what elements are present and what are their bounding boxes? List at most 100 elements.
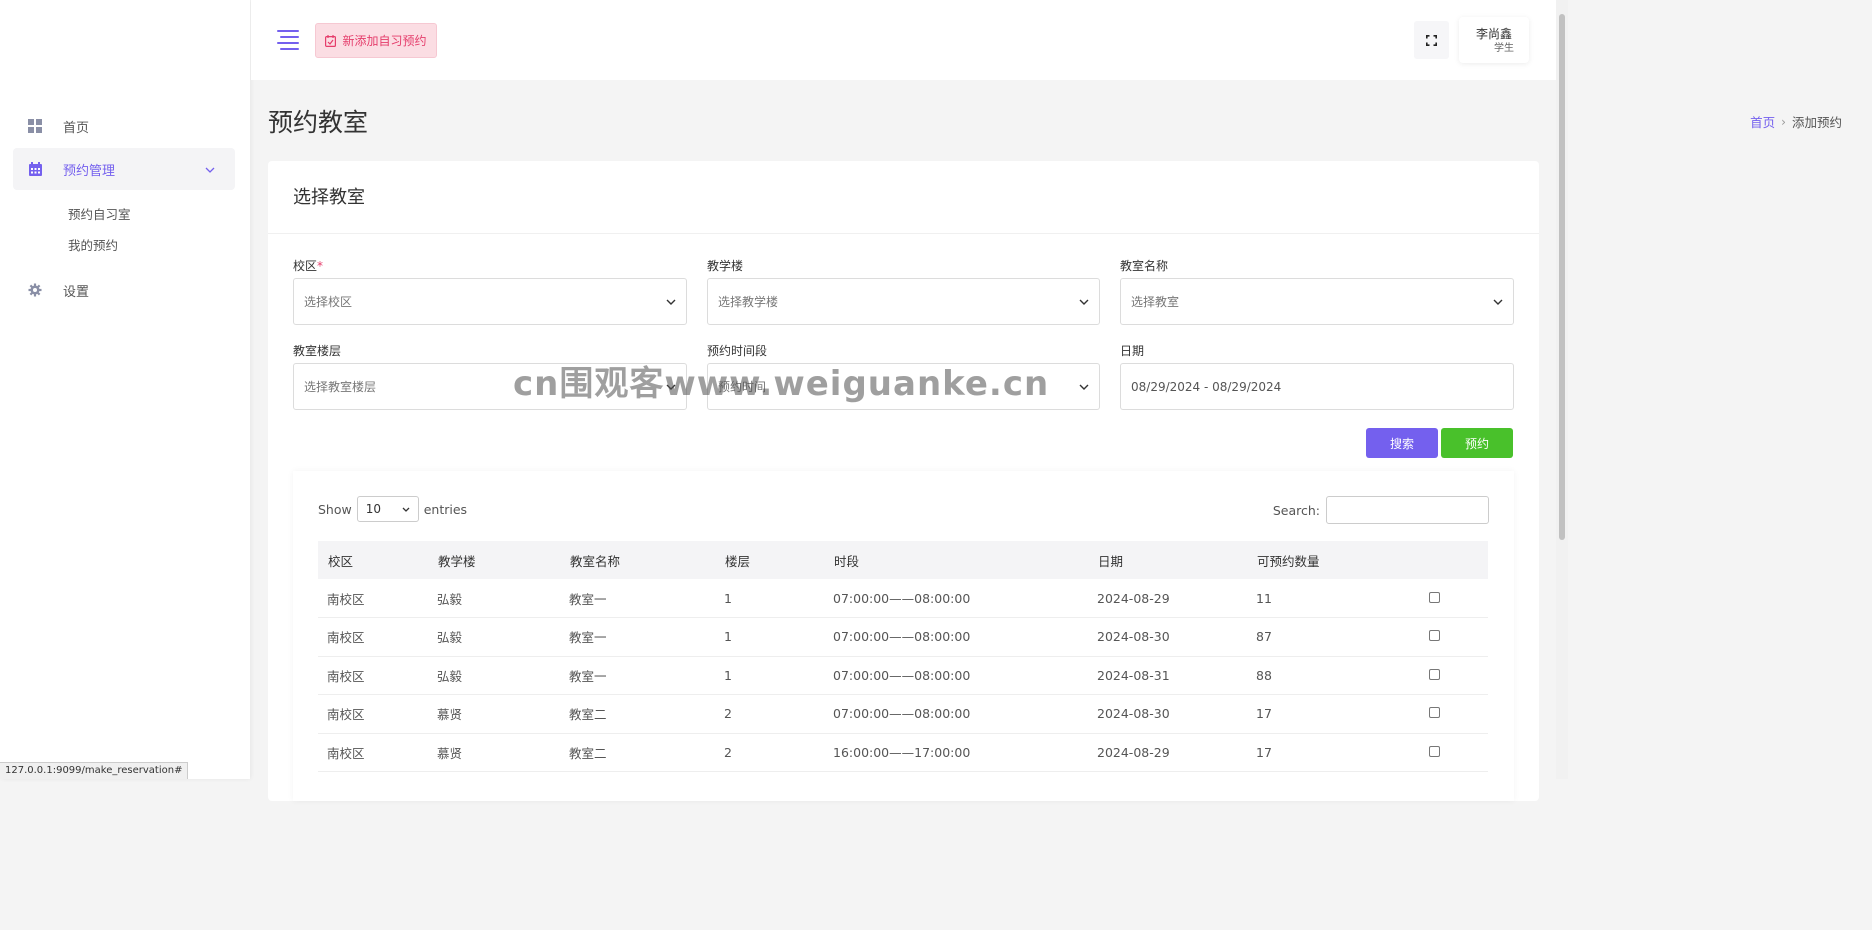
floor-select[interactable]: 选择教室楼层 bbox=[293, 363, 687, 410]
calendar-icon bbox=[27, 161, 43, 177]
cell-floor: 2 bbox=[715, 694, 824, 734]
show-label: Show bbox=[318, 501, 352, 517]
row-checkbox[interactable] bbox=[1429, 591, 1440, 603]
table-row: 南校区 弘毅 教室一 1 07:00:00——08:00:00 2024-08-… bbox=[318, 656, 1488, 695]
column-header-campus[interactable]: 校区 bbox=[318, 541, 428, 579]
row-checkbox[interactable] bbox=[1429, 668, 1440, 680]
column-header-date[interactable]: 日期 bbox=[1088, 541, 1247, 579]
column-header-period[interactable]: 时段 bbox=[824, 541, 1088, 579]
cell-date: 2024-08-29 bbox=[1088, 733, 1247, 772]
new-reservation-button[interactable]: 新添加自习预约 bbox=[315, 23, 437, 58]
row-checkbox[interactable] bbox=[1429, 630, 1440, 642]
scrollbar-thumb[interactable] bbox=[1559, 14, 1565, 540]
cell-period: 07:00:00——08:00:00 bbox=[824, 617, 1088, 657]
cell-building: 慕贤 bbox=[428, 694, 560, 734]
column-header-select bbox=[1420, 541, 1488, 579]
page-length-value: 10 bbox=[365, 502, 382, 516]
cell-date: 2024-08-30 bbox=[1088, 617, 1247, 657]
sidebar-subitem-study-room[interactable]: 预约自习室 bbox=[68, 199, 250, 230]
floor-placeholder: 选择教室楼层 bbox=[304, 380, 377, 394]
cell-date: 2024-08-29 bbox=[1088, 579, 1247, 618]
sidebar-subitem-my-reservations[interactable]: 我的预约 bbox=[68, 230, 250, 261]
building-field: 教学楼 选择教学楼 bbox=[707, 257, 1100, 325]
page-title: 预约教室 bbox=[268, 108, 369, 137]
cell-campus: 南校区 bbox=[318, 733, 428, 772]
chevron-down-icon bbox=[666, 299, 676, 305]
breadcrumb-current: 添加预约 bbox=[1791, 115, 1842, 130]
sidebar-item-settings[interactable]: 设置 bbox=[13, 269, 235, 311]
cell-floor: 1 bbox=[715, 617, 824, 657]
column-header-available[interactable]: 可预约数量 bbox=[1247, 541, 1420, 579]
period-select[interactable]: 预约时间 bbox=[707, 363, 1100, 410]
table-search: Search: bbox=[1273, 496, 1489, 524]
user-menu[interactable]: 李尚鑫 学生 bbox=[1459, 17, 1529, 63]
reserve-button[interactable]: 预约 bbox=[1441, 428, 1513, 458]
column-header-room[interactable]: 教室名称 bbox=[560, 541, 715, 579]
sidebar-item-reservation-management[interactable]: 预约管理 bbox=[13, 148, 235, 190]
row-checkbox[interactable] bbox=[1429, 707, 1440, 719]
column-header-floor[interactable]: 楼层 bbox=[715, 541, 824, 579]
table-row: 南校区 弘毅 教室一 1 07:00:00——08:00:00 2024-08-… bbox=[318, 617, 1488, 657]
entries-label: entries bbox=[423, 501, 468, 517]
new-reservation-label: 新添加自习预约 bbox=[342, 34, 427, 48]
sidebar-logo-area bbox=[0, 0, 250, 80]
date-field: 日期 08/29/2024 - 08/29/2024 bbox=[1120, 342, 1514, 410]
table-row: 南校区 慕贤 教室二 2 16:00:00——17:00:00 2024-08-… bbox=[318, 733, 1488, 772]
building-select[interactable]: 选择教学楼 bbox=[707, 278, 1100, 325]
cell-period: 07:00:00——08:00:00 bbox=[824, 579, 1088, 618]
fullscreen-icon bbox=[1426, 34, 1437, 46]
vertical-scrollbar[interactable] bbox=[1556, 0, 1568, 779]
cell-select bbox=[1420, 694, 1488, 734]
cell-date: 2024-08-31 bbox=[1088, 656, 1247, 695]
required-mark: * bbox=[317, 259, 324, 273]
cell-building: 弘毅 bbox=[428, 579, 560, 618]
campus-field: 校区* 选择校区 bbox=[293, 257, 687, 325]
campus-label-text: 校区 bbox=[293, 259, 318, 273]
cell-campus: 南校区 bbox=[318, 617, 428, 657]
cell-period: 07:00:00——08:00:00 bbox=[824, 656, 1088, 695]
sidebar-item-home[interactable]: 首页 bbox=[13, 105, 235, 147]
row-checkbox[interactable] bbox=[1429, 745, 1440, 757]
breadcrumb-home-link[interactable]: 首页 bbox=[1750, 112, 1775, 131]
cell-floor: 2 bbox=[715, 733, 824, 772]
table-row: 南校区 慕贤 教室二 2 07:00:00——08:00:00 2024-08-… bbox=[318, 694, 1488, 734]
results-panel: Show 10 entries Search: 校区 教学楼 教室名称 楼层 时… bbox=[293, 471, 1514, 801]
column-header-building[interactable]: 教学楼 bbox=[428, 541, 560, 579]
chevron-down-icon bbox=[666, 384, 676, 390]
fullscreen-button[interactable] bbox=[1414, 21, 1449, 59]
room-select[interactable]: 选择教室 bbox=[1120, 278, 1514, 325]
building-label: 教学楼 bbox=[707, 259, 744, 273]
cell-available: 17 bbox=[1247, 733, 1420, 772]
chevron-down-icon bbox=[205, 162, 215, 177]
sidebar-item-label: 设置 bbox=[63, 284, 90, 300]
select-classroom-card: 选择教室 校区* 选择校区 教学楼 选择教学楼 教室名称 选择教室 教室楼层 选… bbox=[268, 161, 1539, 801]
cell-room: 教室一 bbox=[560, 617, 715, 657]
chevron-down-icon bbox=[402, 507, 410, 512]
campus-select[interactable]: 选择校区 bbox=[293, 278, 687, 325]
user-name: 李尚鑫 bbox=[1475, 27, 1512, 41]
date-range-input[interactable]: 08/29/2024 - 08/29/2024 bbox=[1120, 363, 1514, 410]
gear-icon bbox=[27, 282, 43, 298]
period-field: 预约时间段 预约时间 bbox=[707, 342, 1100, 410]
page-length-select[interactable]: 10 bbox=[356, 496, 419, 522]
sidebar: 首页 预约管理 预约自习室 我的预约 设置 bbox=[0, 0, 250, 779]
search-input[interactable] bbox=[1326, 496, 1489, 524]
sidebar-item-label: 预约管理 bbox=[63, 163, 116, 179]
cell-period: 07:00:00——08:00:00 bbox=[824, 694, 1088, 734]
cell-select bbox=[1420, 617, 1488, 657]
dashboard-icon bbox=[27, 118, 43, 134]
period-label: 预约时间段 bbox=[707, 344, 768, 358]
table-row: 南校区 弘毅 教室一 1 07:00:00——08:00:00 2024-08-… bbox=[318, 579, 1488, 618]
breadcrumb: 首页 › 添加预约 bbox=[1750, 112, 1842, 131]
results-table: 校区 教学楼 教室名称 楼层 时段 日期 可预约数量 南校区 弘毅 教室一 1 … bbox=[318, 541, 1488, 772]
campus-placeholder: 选择校区 bbox=[304, 295, 353, 309]
cell-campus: 南校区 bbox=[318, 694, 428, 734]
cell-room: 教室一 bbox=[560, 579, 715, 618]
search-button[interactable]: 搜索 bbox=[1366, 428, 1438, 458]
cell-available: 17 bbox=[1247, 694, 1420, 734]
room-placeholder: 选择教室 bbox=[1131, 295, 1180, 309]
chevron-down-icon bbox=[1493, 299, 1503, 305]
date-label: 日期 bbox=[1120, 344, 1145, 358]
menu-toggle-icon[interactable] bbox=[277, 30, 299, 50]
cell-available: 11 bbox=[1247, 579, 1420, 618]
